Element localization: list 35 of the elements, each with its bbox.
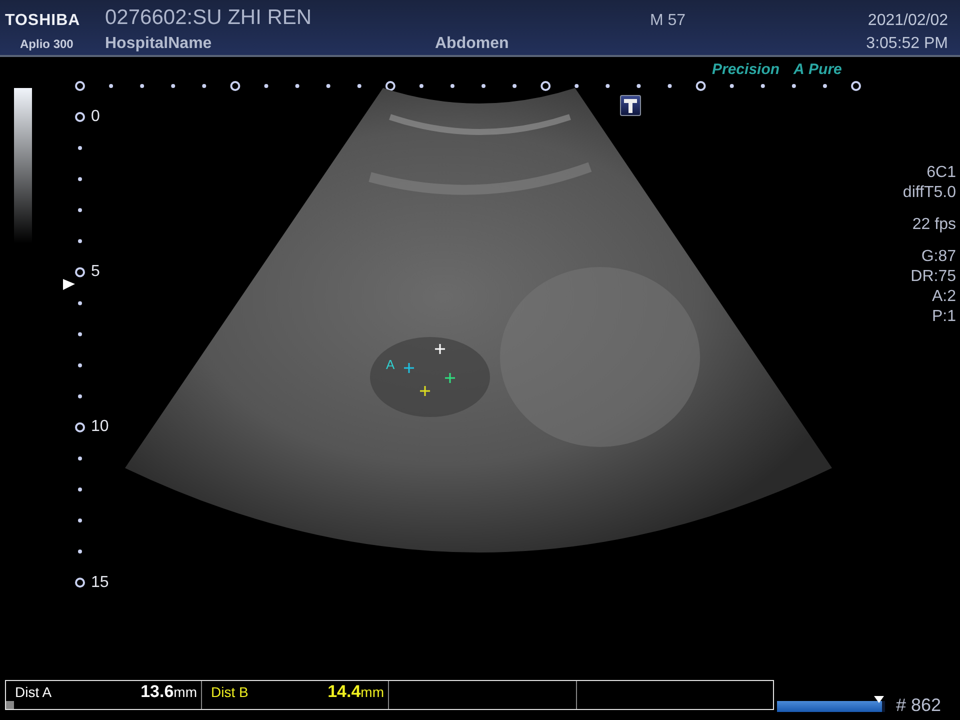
mode-label: Precision	[712, 61, 780, 78]
exam-type: Abdomen	[435, 34, 510, 52]
patient-id: 0276602:SU ZHI REN	[105, 6, 313, 30]
hospital-name: HospitalName	[105, 34, 213, 52]
cine-marker-icon	[874, 696, 884, 703]
mode-label: A Pure	[794, 61, 842, 78]
measurement-label: Dist B	[211, 684, 248, 700]
measurement-value: 13.6mm	[140, 682, 197, 702]
depth-label: 5	[91, 263, 100, 281]
t-icon	[620, 95, 641, 116]
focus-marker-icon	[63, 279, 75, 290]
image-parameter: DR:75	[910, 267, 956, 287]
image-parameter: diffT5.0	[902, 183, 956, 203]
caliper-cross	[403, 362, 415, 374]
caliper-cross	[434, 343, 446, 355]
measurement-value: 14.4mm	[328, 682, 384, 702]
depth-label: 15	[91, 574, 109, 592]
brand-logo: TOSHIBA	[4, 12, 82, 30]
image-parameter: P:1	[932, 307, 956, 327]
model-name: Aplio 300	[19, 36, 74, 50]
depth-label: 10	[91, 418, 109, 436]
image-parameter: 22 fps	[912, 215, 956, 235]
image-parameter: G:87	[921, 247, 956, 267]
sex-age: M 57	[650, 12, 687, 30]
caliper-cross	[419, 385, 431, 397]
date-text: 2021/02/02	[868, 12, 948, 30]
frame-number: # 862	[896, 695, 942, 716]
caliper-label: A	[386, 357, 395, 372]
time-text: 3:05:52 PM	[866, 34, 948, 52]
caliper-cross	[444, 372, 456, 384]
image-parameter: 6C1	[926, 163, 956, 183]
image-parameter: A:2	[932, 287, 956, 307]
depth-label: 0	[91, 108, 100, 126]
corner-marker	[6, 701, 14, 709]
measurement-label: Dist A	[15, 684, 52, 700]
